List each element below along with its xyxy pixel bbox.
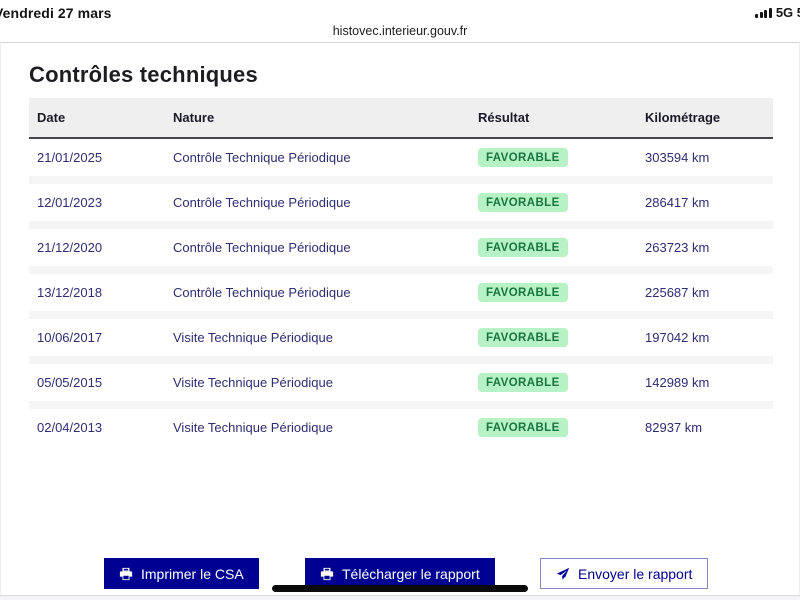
column-header-date: Date xyxy=(37,110,66,125)
cell-result: FAVORABLE xyxy=(470,373,637,392)
cell-km: 142989 km xyxy=(645,375,710,390)
status-indicators: 5G 5 xyxy=(755,5,800,20)
row-separator xyxy=(29,401,773,409)
inspections-table: Date Nature Résultat Kilométrage 21/01/2… xyxy=(29,98,773,446)
send-report-label: Envoyer le rapport xyxy=(578,565,693,582)
cell-km: 303594 km xyxy=(645,150,710,165)
table-header-row: Date Nature Résultat Kilométrage xyxy=(29,98,773,139)
table-row: 10/06/2017 Visite Technique Périodique F… xyxy=(29,319,773,356)
column-header-km: Kilométrage xyxy=(645,110,721,125)
cell-result: FAVORABLE xyxy=(470,238,637,257)
print-csa-label: Imprimer le CSA xyxy=(141,565,244,582)
page-title: Contrôles techniques xyxy=(29,62,258,87)
cell-date: 02/04/2013 xyxy=(37,420,103,435)
status-badge: FAVORABLE xyxy=(478,373,568,392)
cell-nature: Visite Technique Périodique xyxy=(173,375,333,390)
print-csa-button[interactable]: Imprimer le CSA xyxy=(104,558,259,589)
column-header-nature: Nature xyxy=(173,110,215,125)
table-row: 05/05/2015 Visite Technique Périodique F… xyxy=(29,364,773,401)
signal-strength-icon xyxy=(755,7,772,18)
download-report-label: Télécharger le rapport xyxy=(342,565,480,582)
cell-result: FAVORABLE xyxy=(470,283,637,302)
cell-nature: Visite Technique Périodique xyxy=(173,420,333,435)
network-label: 5G 5 xyxy=(775,5,800,20)
status-badge: FAVORABLE xyxy=(478,418,568,437)
cell-date: 10/06/2017 xyxy=(37,330,103,345)
cell-result: FAVORABLE xyxy=(470,193,637,212)
row-separator xyxy=(29,176,773,184)
cell-km: 286417 km xyxy=(645,195,710,210)
send-report-button[interactable]: Envoyer le rapport xyxy=(540,558,709,589)
cell-km: 225687 km xyxy=(645,285,710,300)
table-body: 21/01/2025 Contrôle Technique Périodique… xyxy=(29,139,773,446)
cell-nature: Contrôle Technique Périodique xyxy=(173,150,351,165)
table-row: 13/12/2018 Contrôle Technique Périodique… xyxy=(29,274,773,311)
cell-km: 197042 km xyxy=(645,330,710,345)
status-badge: FAVORABLE xyxy=(478,283,568,302)
cell-result: FAVORABLE xyxy=(470,328,637,347)
row-separator xyxy=(29,266,773,274)
status-date: Vendredi 27 mars xyxy=(0,5,112,21)
cell-nature: Contrôle Technique Périodique xyxy=(173,195,351,210)
cell-result: FAVORABLE xyxy=(470,148,637,167)
printer-icon xyxy=(119,567,133,581)
page-content: Contrôles techniques Date Nature Résulta… xyxy=(0,42,800,600)
printer-icon xyxy=(320,567,334,581)
cell-date: 21/12/2020 xyxy=(37,240,103,255)
table-row: 21/12/2020 Contrôle Technique Périodique… xyxy=(29,229,773,266)
screen-bottom-edge xyxy=(0,595,800,600)
home-indicator[interactable] xyxy=(272,585,528,592)
cell-date: 13/12/2018 xyxy=(37,285,103,300)
cell-date: 21/01/2025 xyxy=(37,150,103,165)
cell-nature: Visite Technique Périodique xyxy=(173,330,333,345)
cell-date: 12/01/2023 xyxy=(37,195,103,210)
status-badge: FAVORABLE xyxy=(478,193,568,212)
status-bar: Vendredi 27 mars histovec.interieur.gouv… xyxy=(0,0,800,42)
row-separator xyxy=(29,311,773,319)
cell-km: 263723 km xyxy=(645,240,710,255)
status-badge: FAVORABLE xyxy=(478,148,568,167)
row-separator xyxy=(29,356,773,364)
table-row: 12/01/2023 Contrôle Technique Périodique… xyxy=(29,184,773,221)
cell-km: 82937 km xyxy=(645,420,703,435)
screen: Vendredi 27 mars histovec.interieur.gouv… xyxy=(0,0,800,600)
cell-nature: Contrôle Technique Périodique xyxy=(173,285,351,300)
row-separator xyxy=(29,221,773,229)
table-row: 21/01/2025 Contrôle Technique Périodique… xyxy=(29,139,773,176)
table-row: 02/04/2013 Visite Technique Périodique F… xyxy=(29,409,773,446)
address-bar[interactable]: histovec.interieur.gouv.fr xyxy=(0,24,800,38)
cell-nature: Contrôle Technique Périodique xyxy=(173,240,351,255)
column-header-result: Résultat xyxy=(478,110,530,125)
cell-date: 05/05/2015 xyxy=(37,375,103,390)
status-badge: FAVORABLE xyxy=(478,238,568,257)
status-badge: FAVORABLE xyxy=(478,328,568,347)
paper-plane-icon xyxy=(556,567,570,581)
cell-result: FAVORABLE xyxy=(470,418,637,437)
